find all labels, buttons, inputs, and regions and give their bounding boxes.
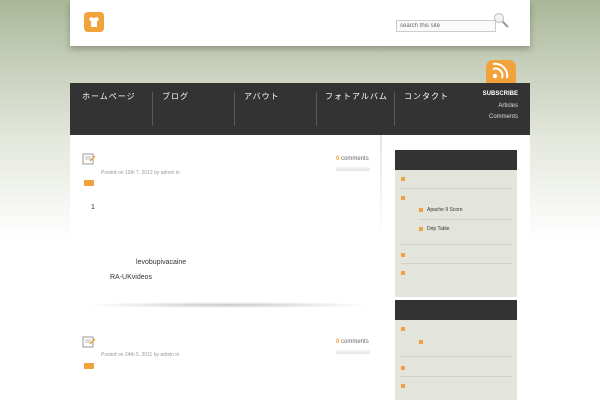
post-link[interactable]: levobupivacaine: [136, 259, 186, 266]
list-bullet[interactable]: [401, 384, 405, 388]
nav-item-photos[interactable]: フォトアルバム: [325, 91, 388, 102]
comments-bar: [336, 167, 370, 171]
search-input[interactable]: [396, 20, 496, 32]
post-link[interactable]: RA-UKvideos: [110, 274, 152, 281]
comments-link[interactable]: 0 comments: [336, 156, 369, 162]
post-meta: Posted on 24th 5. 2011 by admin in: [101, 352, 180, 358]
tag-icon: [84, 180, 94, 186]
comments-label: comments: [341, 339, 369, 345]
comment-count: 0: [336, 339, 340, 345]
nav-item-home[interactable]: ホームページ: [82, 91, 136, 102]
sidebar-widget: Apache II Score Drip Table: [395, 150, 517, 297]
main-content: Posted on 10th 7. 2012 by admin in 0 com…: [70, 135, 380, 400]
list-bullet[interactable]: [401, 327, 405, 331]
list-bullet: [419, 227, 423, 231]
nav-item-about[interactable]: アバウト: [244, 91, 280, 102]
list-bullet[interactable]: [401, 196, 405, 200]
list-divider: [401, 188, 511, 189]
comments-label: comments: [341, 156, 369, 162]
list-bullet: [419, 208, 423, 212]
list-divider: [401, 263, 511, 264]
sidebar-link-drip-table[interactable]: Drip Table: [427, 226, 449, 232]
subscribe-comments-link[interactable]: Comments: [489, 114, 518, 120]
rss-icon[interactable]: [484, 58, 518, 84]
list-bullet[interactable]: [401, 271, 405, 275]
nav-divider: [234, 92, 235, 126]
list-bullet[interactable]: [401, 253, 405, 257]
list-divider: [401, 356, 511, 357]
header: [70, 0, 530, 46]
tshirt-logo-icon[interactable]: [84, 12, 104, 32]
nav-item-blog[interactable]: ブログ: [162, 91, 189, 102]
tag-icon: [84, 363, 94, 369]
list-divider: [419, 219, 511, 220]
widget-header: [395, 300, 517, 320]
post-meta: Posted on 10th 7. 2012 by admin in: [101, 170, 180, 176]
post-document-icon: [82, 152, 96, 165]
list-bullet[interactable]: [401, 366, 405, 370]
widget-header: [395, 150, 517, 170]
comments-link[interactable]: 0 comments: [336, 339, 369, 345]
nav-item-contact[interactable]: コンタクト: [404, 91, 449, 102]
post-document-icon: [82, 335, 96, 348]
subscribe-heading: SUBSCRIBE: [482, 91, 518, 97]
subscribe-articles-link[interactable]: Articles: [498, 103, 518, 109]
magnifier-icon[interactable]: [492, 11, 510, 29]
list-bullet[interactable]: [401, 177, 405, 181]
list-divider: [401, 244, 511, 245]
sidebar: Apache II Score Drip Table: [382, 135, 530, 400]
sidebar-link-apache[interactable]: Apache II Score: [427, 207, 463, 213]
list-divider: [401, 376, 511, 377]
search-form: [396, 11, 510, 32]
main-nav: ホームページ ブログ アバウト フォトアルバム コンタクト SUBSCRIBE …: [70, 83, 530, 135]
post-text: 1: [91, 204, 95, 211]
nav-divider: [316, 92, 317, 126]
nav-divider: [152, 92, 153, 126]
list-bullet[interactable]: [419, 340, 423, 344]
sidebar-widget: [395, 300, 517, 400]
comment-count: 0: [336, 156, 340, 162]
post-divider-shadow: [84, 302, 372, 308]
nav-divider: [394, 92, 395, 126]
comments-bar: [336, 350, 370, 354]
